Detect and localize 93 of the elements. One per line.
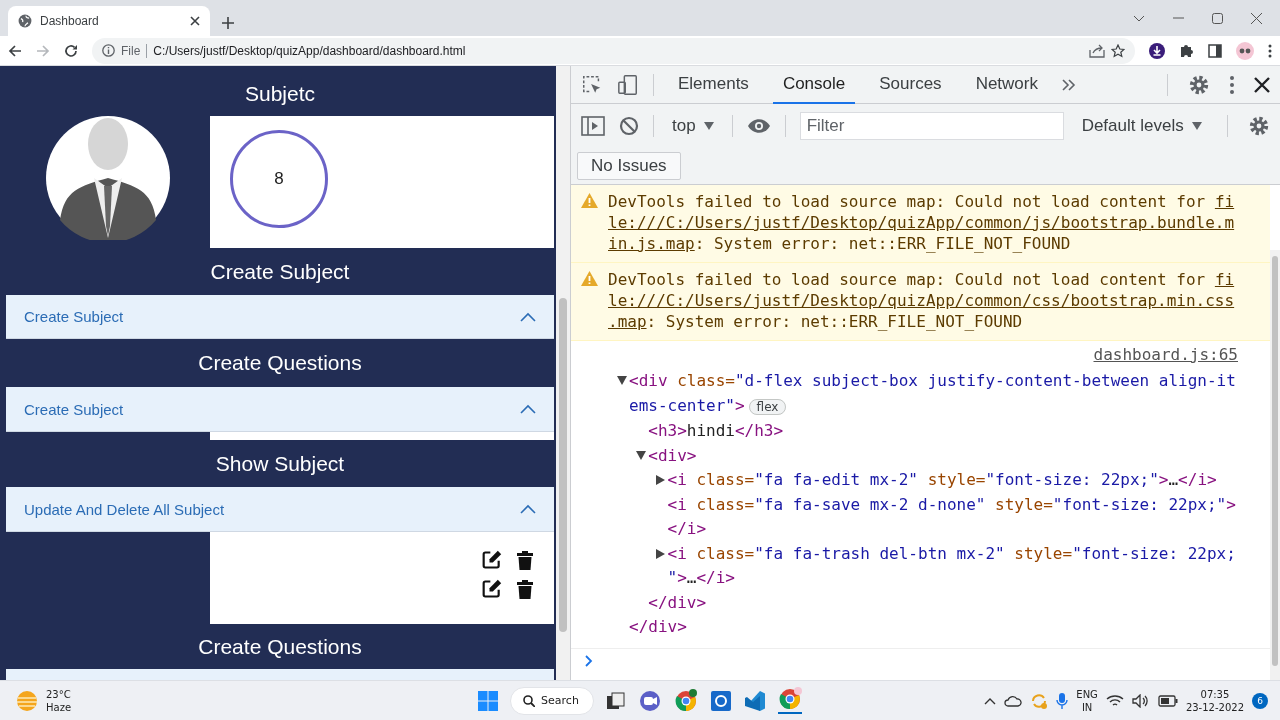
accordion-header[interactable]: Update And Delete All Subject — [6, 487, 554, 532]
counter-circle: 8 — [230, 130, 328, 228]
browser-tab[interactable]: Dashboard — [8, 6, 210, 36]
star-icon[interactable] — [1111, 43, 1125, 58]
code-line: <h3>hindi</h3> — [648, 421, 784, 440]
section-heading: Create Questions — [198, 633, 362, 660]
warning-message: DevTools failed to load source map: Could not load content for file:///C:/Users/justf/Desktop/quizApp/common/css/bootstrap.min.css.map: System error: net::ERR_FILE_NOT_FOUND — [608, 269, 1236, 332]
close-icon[interactable] — [1254, 76, 1270, 93]
notification-badge[interactable]: 6 — [1252, 692, 1268, 709]
code-line: <div> — [648, 445, 697, 465]
prompt-icon[interactable] — [585, 654, 593, 667]
code-line: </div> — [648, 592, 707, 612]
chevron-up-icon — [520, 311, 536, 322]
source-link[interactable]: dashboard.js:65 — [1093, 345, 1238, 367]
collapsed-triangle-icon[interactable] — [655, 548, 665, 559]
chevron-up-icon — [520, 404, 536, 414]
eye-icon[interactable] — [746, 118, 771, 134]
start-icon[interactable] — [478, 690, 499, 711]
code-line: ems-center"> — [629, 395, 745, 415]
section-heading: Create Subject — [210, 258, 350, 285]
warning-icon — [581, 271, 598, 286]
wifi-icon[interactable] — [1105, 693, 1124, 708]
code-editor-icon[interactable] — [743, 689, 766, 712]
expanded-triangle-icon[interactable] — [636, 450, 647, 460]
caret-icon — [703, 122, 714, 130]
code-line: <div class="d-flex subject-box justify-content-between align-it — [629, 370, 1236, 392]
code-line: </div> — [629, 617, 687, 636]
caret-icon — [1191, 122, 1202, 130]
section-heading: Create Questions — [198, 350, 362, 376]
info-icon — [102, 44, 115, 57]
address-bar[interactable]: File C:/Users/justf/Desktop/quizApp/dashboard/dashboard.html — [92, 37, 1135, 64]
more-tabs-icon[interactable] — [1062, 78, 1076, 91]
profile-avatar-icon[interactable] — [1236, 41, 1254, 60]
device-toolbar-icon[interactable] — [617, 73, 639, 96]
task-view-icon[interactable] — [605, 690, 626, 711]
settings-icon[interactable] — [1248, 115, 1270, 137]
devtools-tab[interactable]: Sources — [869, 65, 952, 104]
section-heading: Show Subject — [215, 450, 345, 477]
edit-icon[interactable] — [482, 550, 502, 570]
page-heading: Subjetc — [244, 81, 315, 107]
expanded-triangle-icon[interactable] — [617, 376, 627, 385]
weather-condition-text: Haze — [46, 700, 72, 714]
issues-button[interactable]: No Issues — [577, 152, 681, 180]
trash-icon[interactable] — [516, 579, 534, 599]
new-tab-icon[interactable] — [222, 17, 234, 29]
share-icon[interactable] — [1089, 43, 1105, 58]
filter-field[interactable]: Filter — [799, 112, 1064, 140]
browser-icon[interactable] — [777, 687, 802, 711]
code-line: <i class="fa fa-edit mx-2" style="font-size: 22px;">…</i> — [667, 470, 1217, 489]
clear-console-icon[interactable] — [619, 116, 639, 136]
temperature-text: 23°C — [46, 687, 71, 701]
taskbar-search[interactable]: Search — [510, 686, 594, 715]
language-indicator[interactable]: ENG IN — [1076, 687, 1098, 714]
chevron-up-icon — [520, 504, 536, 514]
scrollbar-thumb[interactable] — [559, 298, 567, 632]
chevron-down-icon[interactable] — [1133, 14, 1145, 22]
side-panel-icon[interactable] — [1208, 43, 1222, 58]
levels-dropdown[interactable]: Default levels — [1077, 116, 1206, 136]
search-icon — [523, 694, 536, 707]
devtools-tab[interactable]: Network — [965, 65, 1048, 104]
puzzle-icon[interactable] — [1179, 43, 1194, 58]
more-icon[interactable] — [1230, 75, 1234, 94]
download-icon[interactable] — [1149, 42, 1165, 59]
close-icon[interactable] — [190, 16, 200, 26]
warning-icon — [581, 193, 598, 208]
app-icon[interactable] — [709, 689, 732, 712]
maximize-icon[interactable] — [1212, 12, 1223, 24]
sidebar-toggle-icon[interactable] — [581, 116, 605, 136]
accordion-header[interactable]: Create Subject — [6, 387, 554, 432]
microphone-icon[interactable] — [1056, 691, 1069, 710]
chat-icon[interactable] — [637, 688, 662, 713]
volume-icon[interactable] — [1131, 693, 1150, 708]
browser-icon[interactable] — [673, 688, 698, 713]
code-line: <i class="fa fa-trash del-btn mx-2" style="font-size: 22px;">…</i> — [667, 543, 1236, 587]
devtools-tab[interactable]: Elements — [668, 65, 759, 104]
collapsed-triangle-icon[interactable] — [655, 475, 665, 485]
context-dropdown[interactable]: top — [668, 116, 718, 136]
back-icon[interactable] — [8, 43, 22, 58]
warning-message: DevTools failed to load source map: Could not load content for file:///C:/Users/justf/Desktop/quizApp/common/js/bootstrap.bundle.min.js.map: System error: net::ERR_FILE_NOT_FOUND — [608, 191, 1236, 254]
settings-icon[interactable] — [1188, 73, 1210, 96]
cloud-icon[interactable] — [1004, 694, 1023, 707]
accordion-header[interactable]: Create Subject — [6, 295, 554, 339]
trash-icon[interactable] — [516, 550, 534, 570]
flex-badge[interactable]: flex — [748, 398, 787, 415]
battery-icon[interactable] — [1157, 694, 1178, 707]
edit-icon[interactable] — [482, 579, 502, 599]
scrollbar-thumb[interactable] — [1272, 256, 1278, 666]
chevron-up-icon[interactable] — [984, 696, 997, 705]
more-icon[interactable] — [1268, 43, 1272, 58]
globe-icon — [18, 14, 32, 28]
reload-icon[interactable] — [64, 43, 78, 58]
clock[interactable]: 07:35 23-12-2022 — [1185, 687, 1244, 714]
code-line: <i class="fa fa-save mx-2 d-none" style="font-size: 22px;"></i> — [667, 494, 1236, 538]
